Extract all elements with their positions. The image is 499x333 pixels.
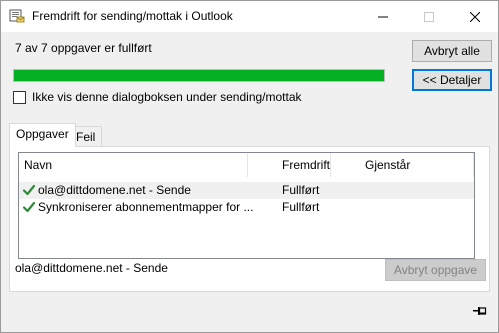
minimize-icon (378, 16, 388, 17)
list-item[interactable]: Synkroniserer abonnementmapper for ... F… (19, 199, 474, 216)
current-task-label: ola@dittdomene.net - Sende (15, 261, 168, 275)
send-receive-dialog: Fremdrift for sending/mottak i Outlook 7… (0, 0, 499, 333)
column-header-name[interactable]: Navn (19, 153, 248, 177)
close-button[interactable] (452, 1, 498, 32)
task-progress: Fullført (282, 183, 320, 197)
close-icon (470, 11, 480, 22)
maximize-button (406, 1, 452, 32)
cancel-task-button: Avbryt oppgave (385, 259, 486, 281)
column-header-progress[interactable]: Fremdrift (248, 153, 331, 177)
minimize-button[interactable] (360, 1, 406, 32)
outlook-send-receive-icon (9, 8, 25, 24)
task-list[interactable]: Navn Fremdrift Gjenstår ola@dittdomene.n… (18, 152, 475, 259)
task-name: Synkroniserer abonnementmapper for ... (38, 200, 254, 214)
details-button[interactable]: << Detaljer (412, 69, 492, 91)
progress-bar (13, 69, 385, 82)
title-bar: Fremdrift for sending/mottak i Outlook (1, 1, 498, 32)
status-text: 7 av 7 oppgaver er fullført (15, 41, 152, 55)
task-progress: Fullført (282, 200, 320, 214)
task-name: ola@dittdomene.net - Sende (38, 183, 191, 197)
dont-show-checkbox-label[interactable]: Ikke vis denne dialogboksen under sendin… (32, 90, 302, 104)
dont-show-checkbox[interactable] (13, 90, 26, 104)
column-header-remaining[interactable]: Gjenstår (331, 153, 474, 177)
window-title: Fremdrift for sending/mottak i Outlook (32, 9, 233, 23)
progress-fill (14, 70, 384, 81)
pin-icon[interactable] (472, 305, 488, 317)
checkmark-icon (22, 183, 36, 197)
checkmark-icon (22, 200, 36, 214)
cancel-all-button[interactable]: Avbryt alle (412, 40, 492, 62)
dont-show-checkbox-row[interactable]: Ikke vis denne dialogboksen under sendin… (13, 90, 302, 104)
maximize-icon (424, 11, 434, 22)
list-item[interactable]: ola@dittdomene.net - Sende Fullført (19, 182, 474, 199)
list-header: Navn Fremdrift Gjenstår (19, 153, 474, 177)
tab-tasks[interactable]: Oppgaver (9, 123, 76, 147)
